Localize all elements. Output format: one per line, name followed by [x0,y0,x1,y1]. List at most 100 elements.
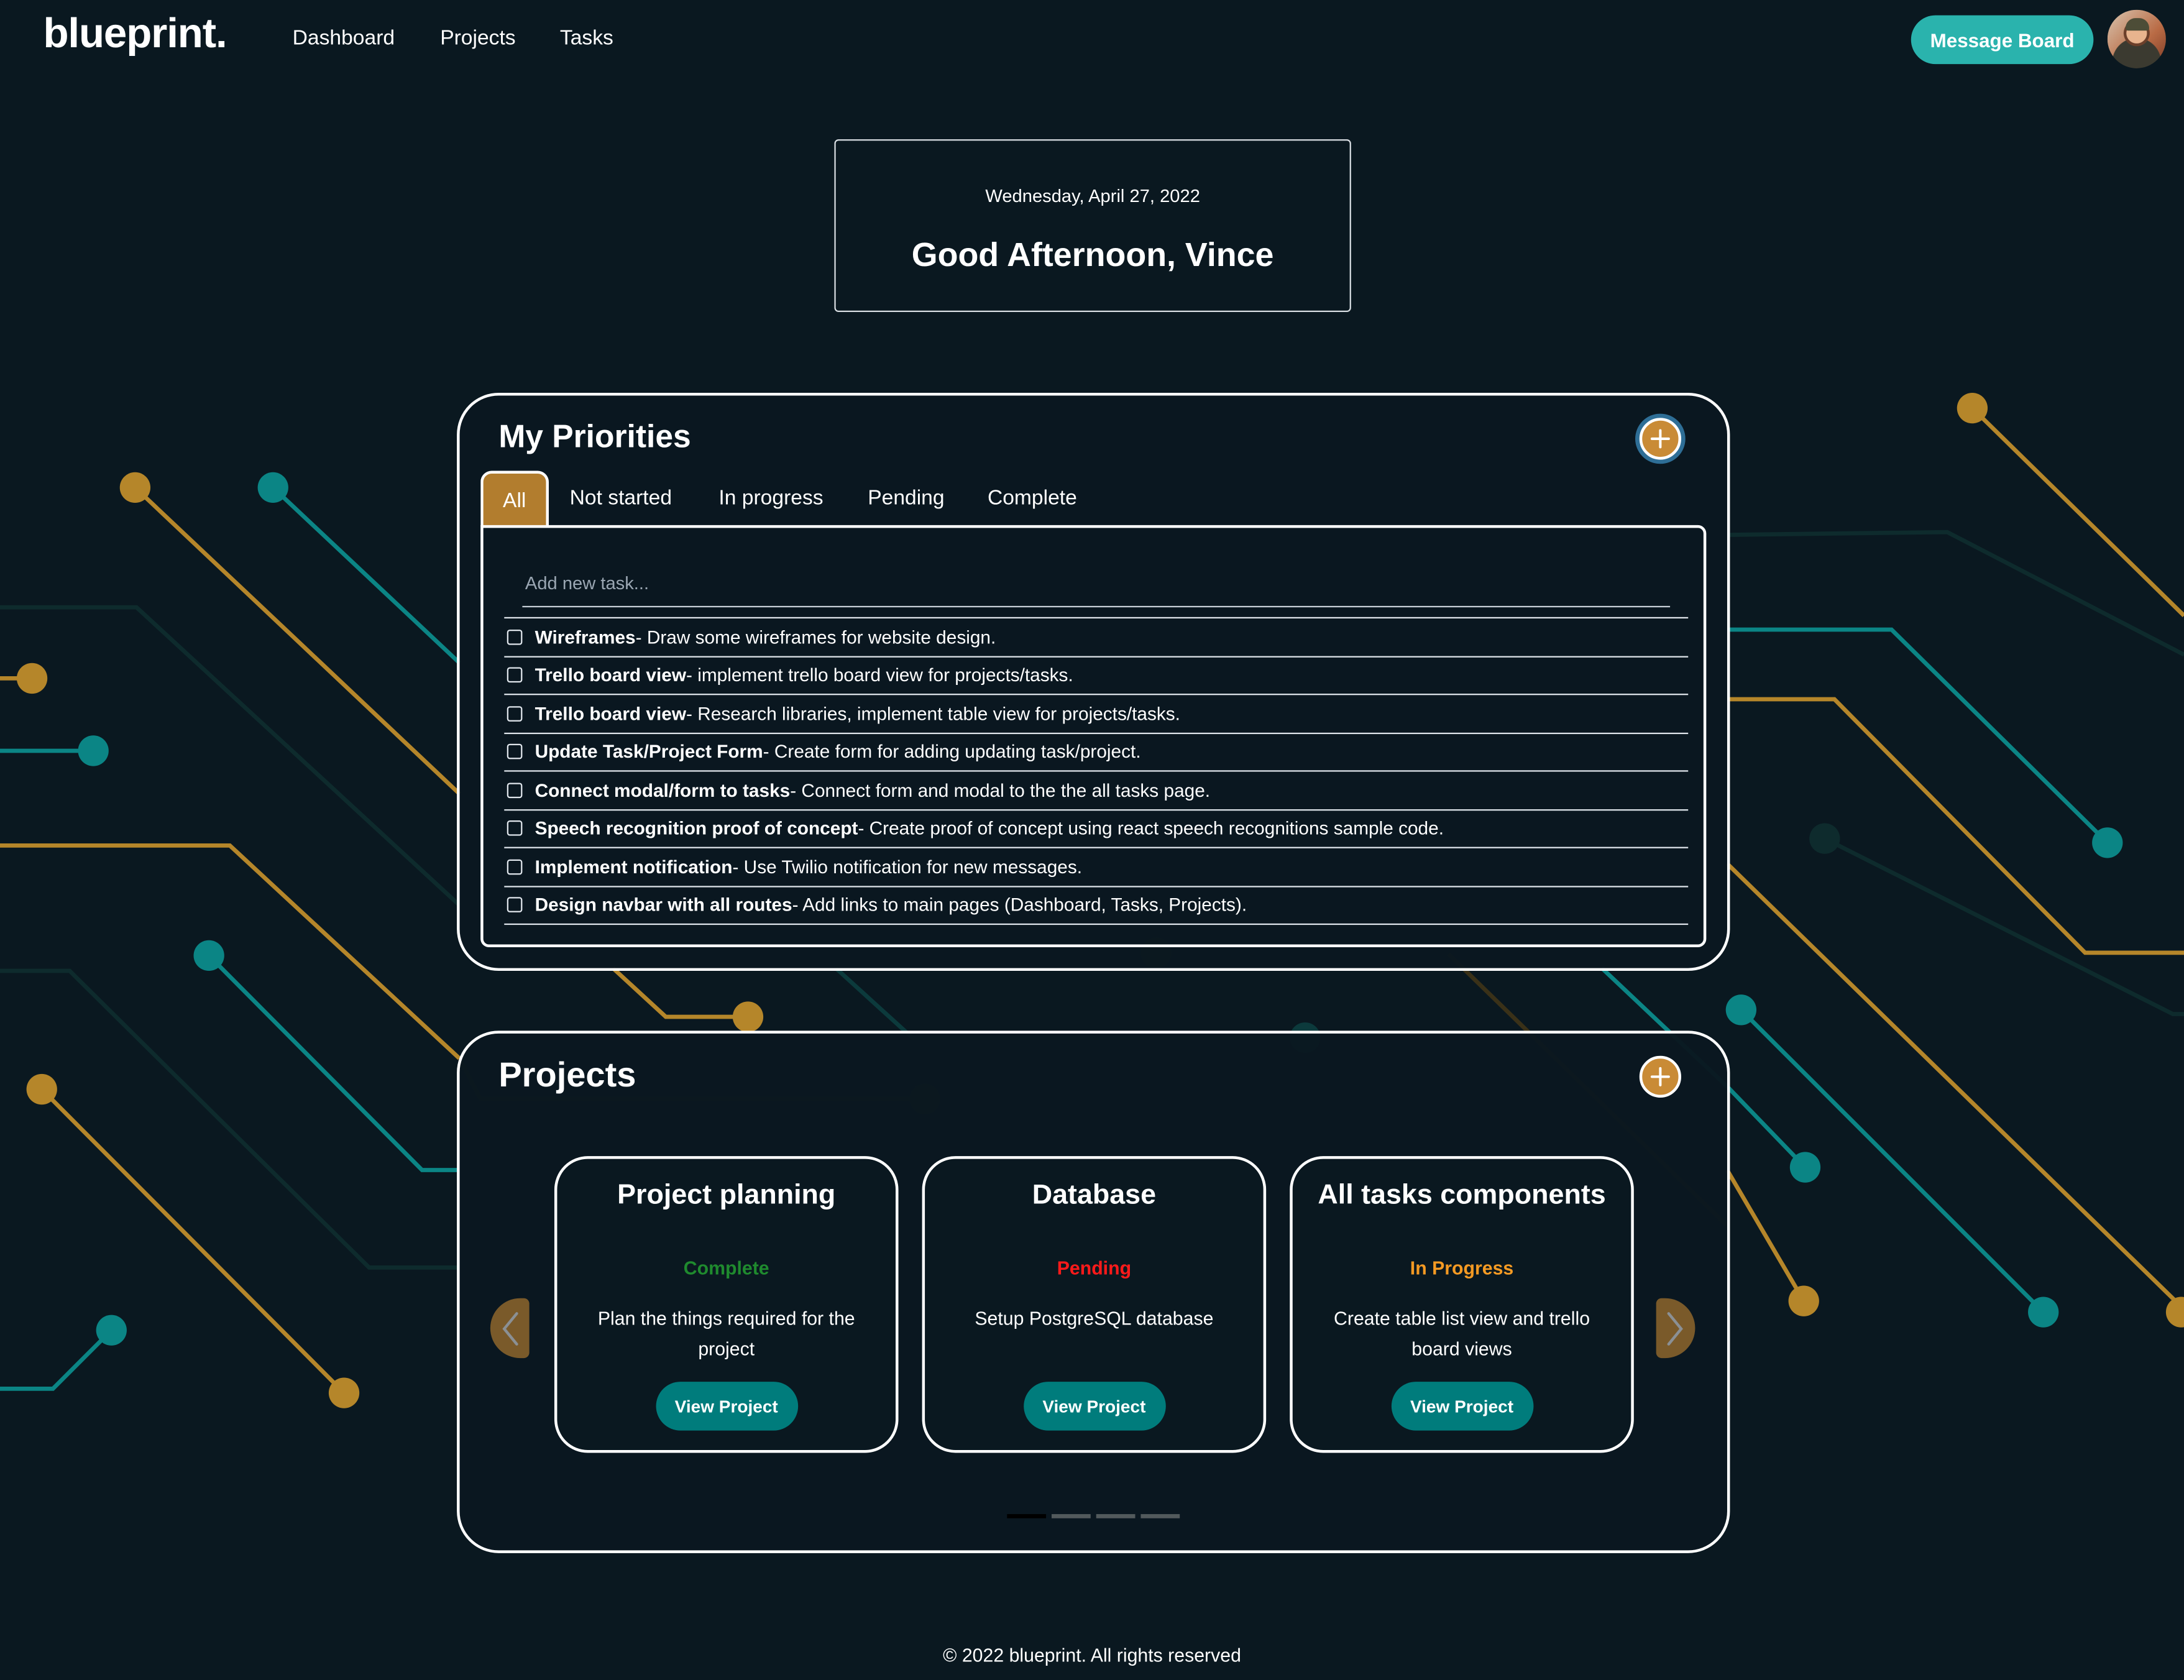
task-checkbox[interactable] [507,897,523,913]
task-name: Speech recognition proof of concept [535,818,858,839]
circuit-line [1824,837,2184,1016]
task-name: Trello board view [535,664,687,686]
navbar: blueprint. Dashboard Projects Tasks Mess… [0,0,2184,81]
circuit-node [78,735,109,766]
task-list-box: Wireframes - Draw some wireframes for we… [480,525,1707,947]
task-checkbox[interactable] [507,820,523,837]
task-description: - Add links to main pages (Dashboard, Ta… [792,894,1247,916]
greeting-title: Good Afternoon, Vince [911,236,1274,275]
task-checkbox[interactable] [507,668,523,683]
priorities-panel: My Priorities All Not started In progres… [457,392,1730,971]
carousel-next-button[interactable] [1656,1298,1695,1359]
priorities-title: My Priorities [498,418,691,454]
carousel-indicator[interactable] [1007,1514,1047,1518]
avatar[interactable] [2107,9,2166,68]
nav-link-dashboard[interactable]: Dashboard [293,27,395,50]
current-date: Wednesday, April 27, 2022 [985,185,1200,206]
project-card: Project planning Complete Plan the thing… [554,1156,899,1453]
project-description: Create table list view and trello board … [1334,1308,1590,1359]
task-item: Trello board view - Research libraries, … [504,694,1689,732]
circuit-node [2165,1297,2184,1328]
add-task-input[interactable] [522,558,1671,608]
circuit-node [2028,1297,2059,1328]
circuit-line [1725,1168,1806,1302]
task-item: Wireframes - Draw some wireframes for we… [504,617,1689,656]
project-status: Complete [683,1257,769,1279]
task-checkbox[interactable] [507,629,523,645]
circuit-node [328,1377,360,1408]
project-card: All tasks components In Progress Create … [1290,1156,1634,1453]
circuit-line [207,954,460,1172]
footer-copyright: © 2022 blueprint. All rights reserved [943,1645,1241,1666]
message-board-button[interactable]: Message Board [1911,15,2094,65]
dashboard-page: blueprint. Dashboard Projects Tasks Mess… [0,0,2184,1680]
circuit-line [271,485,461,665]
task-description: - Connect form and modal to the the all … [790,779,1211,801]
project-description: Plan the things required for the project [597,1308,855,1359]
task-description: - Use Twilio notification for new messag… [732,856,1083,878]
task-description: - Create proof of concept using react sp… [858,818,1444,839]
task-checkbox[interactable] [507,859,523,874]
circuit-line [1971,406,2184,617]
circuit-node [96,1315,127,1346]
carousel-indicator[interactable] [1096,1514,1136,1518]
carousel-indicator[interactable] [1052,1514,1091,1518]
project-title: All tasks components [1318,1180,1606,1211]
circuit-line [0,1328,113,1391]
circuit-node [2092,827,2123,858]
project-title: Project planning [617,1180,836,1211]
task-name: Implement notification [535,856,733,878]
task-item: Update Task/Project Form - Create form f… [504,732,1689,771]
tab-complete[interactable]: Complete [988,470,1077,526]
project-card: Database Pending Setup PostgreSQL databa… [922,1156,1267,1453]
task-item: Implement notification - Use Twilio noti… [504,847,1689,886]
circuit-node [732,1001,764,1032]
view-project-button[interactable]: View Project [1023,1382,1165,1431]
tab-all[interactable]: All [480,470,549,527]
view-project-button[interactable]: View Project [655,1382,798,1431]
circuit-line [1739,1008,2045,1314]
circuit-node [1809,823,1840,854]
task-item: Trello board view - implement trello boa… [504,655,1689,694]
carousel-prev-button[interactable] [490,1298,530,1359]
circuit-line [1741,1010,1805,1167]
task-name: Wireframes [535,626,636,648]
task-name: Design navbar with all routes [535,894,792,916]
circuit-line [1727,697,2184,955]
circuit-line [611,966,748,1019]
carousel-indicators [1007,1514,1180,1518]
chevron-right-icon [1667,1311,1683,1345]
logo[interactable]: blueprint. [43,11,227,58]
circuit-line [0,605,461,907]
task-description: - Research libraries, implement table vi… [686,703,1180,724]
add-task-button[interactable] [1639,418,1682,460]
add-project-button[interactable] [1639,1055,1682,1098]
carousel-indicator[interactable] [1140,1514,1180,1518]
view-project-button[interactable]: View Project [1390,1382,1533,1431]
circuit-line [0,843,461,1060]
greeting-card: Wednesday, April 27, 2022 Good Afternoon… [834,139,1351,313]
task-name: Update Task/Project Form [535,741,763,763]
tab-in-progress[interactable]: In progress [718,470,823,526]
circuit-node [1788,1285,1819,1316]
circuit-line [1727,627,2109,845]
circuit-line [834,966,1305,1040]
circuit-node [1957,392,1988,424]
tab-pending[interactable]: Pending [868,470,944,526]
circuit-node [16,663,48,694]
task-checkbox[interactable] [507,744,523,760]
nav-link-projects[interactable]: Projects [440,27,515,50]
projects-panel: Projects Project planning Complete Plan … [457,1030,1730,1553]
task-checkbox[interactable] [507,705,523,722]
project-description: Setup PostgreSQL database [975,1308,1214,1329]
task-description: - Create form for adding updating task/p… [763,741,1141,763]
projects-title: Projects [498,1055,636,1095]
tab-not-started[interactable]: Not started [570,470,672,526]
nav-link-tasks[interactable]: Tasks [560,27,613,50]
task-item: Design navbar with all routes - Add link… [504,885,1689,925]
task-checkbox[interactable] [507,782,523,798]
task-description: - Draw some wireframes for website desig… [635,626,996,648]
task-description: - implement trello board view for projec… [686,664,1073,686]
circuit-node [26,1073,57,1105]
plus-icon [1650,1067,1670,1086]
